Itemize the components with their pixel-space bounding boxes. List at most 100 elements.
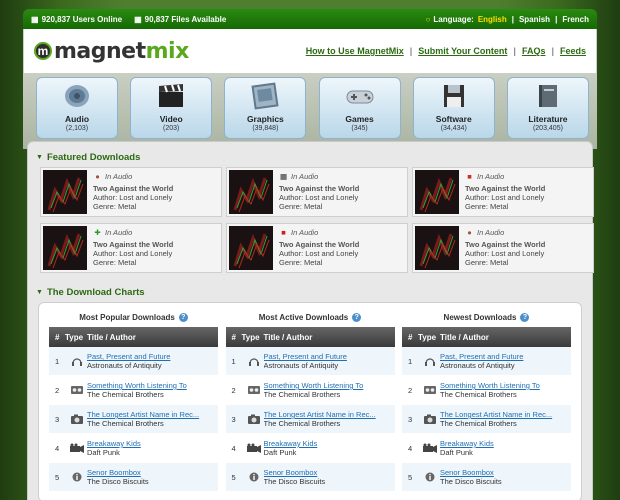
- category-video[interactable]: Video (203): [130, 77, 213, 139]
- featured-item[interactable]: ● In Audio Two Against the World Author:…: [412, 223, 594, 273]
- row-title-link[interactable]: Past, Present and Future: [264, 352, 394, 361]
- category-name: Graphics: [246, 114, 284, 124]
- category-audio[interactable]: Audio (2,103): [36, 77, 118, 139]
- lang-french[interactable]: French: [562, 15, 589, 24]
- featured-header[interactable]: ▼ Featured Downloads: [36, 152, 584, 163]
- table-row[interactable]: 4 Breakaway Kids Daft Punk: [49, 434, 218, 463]
- featured-genre: Genre: Metal: [465, 258, 509, 267]
- row-title-link[interactable]: Breakaway Kids: [87, 439, 217, 448]
- featured-title[interactable]: Two Against the World: [93, 184, 173, 193]
- row-author: Daft Punk: [440, 448, 473, 457]
- table-row[interactable]: 2 Something Worth Listening To The Chemi…: [225, 376, 395, 405]
- category-name: Audio: [64, 114, 90, 124]
- row-text: Past, Present and Future Astronauts of A…: [87, 352, 217, 370]
- featured-title[interactable]: Two Against the World: [93, 240, 173, 249]
- category-graphics[interactable]: Graphics (39,848): [224, 77, 307, 139]
- album-thumbnail[interactable]: [229, 170, 273, 214]
- album-thumbnail[interactable]: [43, 170, 87, 214]
- row-rank: 1: [408, 356, 413, 366]
- row-title-link[interactable]: Something Worth Listening To: [87, 381, 217, 390]
- row-title-link[interactable]: Something Worth Listening To: [440, 381, 570, 390]
- featured-title[interactable]: Two Against the World: [465, 184, 545, 193]
- camera-icon: [420, 414, 440, 424]
- row-title-link[interactable]: The Longest Artist Name in Rec...: [87, 410, 217, 419]
- link-how-to-use[interactable]: How to Use MagnetMix: [306, 46, 404, 56]
- table-row[interactable]: 4 Breakaway Kids Daft Punk: [225, 434, 395, 463]
- table-row[interactable]: 5 Senor Boombox The Disco Biscuits: [49, 463, 218, 492]
- featured-item[interactable]: ✚ In Audio Two Against the World Author:…: [40, 223, 222, 273]
- category-software[interactable]: Software (34,434): [412, 77, 495, 139]
- row-title-link[interactable]: Past, Present and Future: [87, 352, 217, 361]
- chart-title: Most Popular Downloads ?: [49, 311, 218, 323]
- category-count: (2,103): [65, 125, 89, 132]
- table-row[interactable]: 5 Senor Boombox The Disco Biscuits: [402, 463, 571, 492]
- row-author: Astronauts of Antiquity: [263, 361, 339, 370]
- film-icon: ▦: [279, 172, 288, 181]
- language-switcher: ○ Language: English | Spanish | French: [426, 15, 589, 24]
- table-row[interactable]: 1 Past, Present and Future Astronauts of…: [49, 347, 218, 376]
- charts-box: Most Popular Downloads ? # Type Title / …: [38, 302, 582, 500]
- row-author: Astronauts of Antiquity: [440, 361, 515, 370]
- featured-item[interactable]: ■ In Audio Two Against the World Author:…: [226, 223, 408, 273]
- album-thumbnail[interactable]: [229, 226, 273, 270]
- table-row[interactable]: 3 The Longest Artist Name in Rec... The …: [49, 405, 218, 434]
- pdf-icon: ■: [281, 228, 286, 237]
- row-title-link[interactable]: Something Worth Listening To: [264, 381, 394, 390]
- info-icon: [244, 472, 264, 482]
- row-title-link[interactable]: Past, Present and Future: [440, 352, 570, 361]
- lang-english[interactable]: English: [478, 15, 507, 24]
- featured-item[interactable]: ■ In Audio Two Against the World Author:…: [412, 167, 594, 217]
- row-title-link[interactable]: Senor Boombox: [440, 468, 570, 477]
- row-author: The Chemical Brothers: [87, 419, 164, 428]
- cassette-icon: [420, 385, 440, 395]
- album-thumbnail[interactable]: [415, 226, 459, 270]
- featured-title[interactable]: Two Against the World: [279, 240, 359, 249]
- divider: |: [513, 46, 516, 56]
- row-title-link[interactable]: Breakaway Kids: [264, 439, 394, 448]
- table-row[interactable]: 1 Past, Present and Future Astronauts of…: [225, 347, 395, 376]
- featured-item[interactable]: ▦ In Audio Two Against the World Author:…: [226, 167, 408, 217]
- row-title-link[interactable]: Senor Boombox: [87, 468, 217, 477]
- album-thumbnail[interactable]: [415, 170, 459, 214]
- featured-item[interactable]: ● In Audio Two Against the World Author:…: [40, 167, 222, 217]
- table-row[interactable]: 3 The Longest Artist Name in Rec... The …: [402, 405, 571, 434]
- chart-icon: ■: [467, 172, 472, 181]
- chart-title-label: Most Popular Downloads: [79, 312, 175, 322]
- table-row[interactable]: 3 The Longest Artist Name in Rec... The …: [225, 405, 395, 434]
- charts-header[interactable]: ▼ The Download Charts: [36, 287, 584, 298]
- row-rank: 4: [55, 443, 60, 453]
- link-submit-content[interactable]: Submit Your Content: [418, 46, 507, 56]
- link-feeds[interactable]: Feeds: [560, 46, 586, 56]
- table-row[interactable]: 2 Something Worth Listening To The Chemi…: [49, 376, 218, 405]
- featured-title[interactable]: Two Against the World: [465, 240, 545, 249]
- featured-title[interactable]: Two Against the World: [279, 184, 359, 193]
- row-rank: 2: [231, 385, 236, 395]
- logo-magnet: magnet: [54, 38, 146, 64]
- help-icon[interactable]: ?: [520, 312, 530, 322]
- row-title-link[interactable]: Senor Boombox: [264, 468, 394, 477]
- album-thumbnail[interactable]: [43, 226, 87, 270]
- row-title-link[interactable]: Breakaway Kids: [440, 439, 570, 448]
- section-label: In Audio: [291, 228, 319, 237]
- help-icon[interactable]: ?: [352, 312, 362, 322]
- table-row[interactable]: 1 Past, Present and Future Astronauts of…: [402, 347, 571, 376]
- featured-section: ■ In Audio: [465, 172, 545, 181]
- featured-section: ■ In Audio: [279, 228, 359, 237]
- row-rank: 3: [231, 414, 236, 424]
- featured-section: ● In Audio: [465, 228, 545, 237]
- category-literature[interactable]: Literature (203,405): [506, 77, 589, 139]
- row-title-link[interactable]: The Longest Artist Name in Rec...: [440, 410, 570, 419]
- charts-title: The Download Charts: [46, 287, 145, 298]
- category-games[interactable]: Games (345): [318, 77, 401, 139]
- table-row[interactable]: 5 Senor Boombox The Disco Biscuits: [225, 463, 395, 492]
- link-faqs[interactable]: FAQs: [522, 46, 546, 56]
- help-icon[interactable]: ?: [178, 312, 188, 322]
- table-row[interactable]: 2 Something Worth Listening To The Chemi…: [402, 376, 571, 405]
- row-title-link[interactable]: The Longest Artist Name in Rec...: [264, 410, 394, 419]
- logo[interactable]: m magnetmix: [34, 39, 189, 64]
- featured-info: ● In Audio Two Against the World Author:…: [93, 170, 173, 214]
- info-icon: [420, 472, 440, 482]
- table-row[interactable]: 4 Breakaway Kids Daft Punk: [402, 434, 571, 463]
- row-text: Breakaway Kids Daft Punk: [264, 439, 394, 457]
- lang-spanish[interactable]: Spanish: [519, 15, 550, 24]
